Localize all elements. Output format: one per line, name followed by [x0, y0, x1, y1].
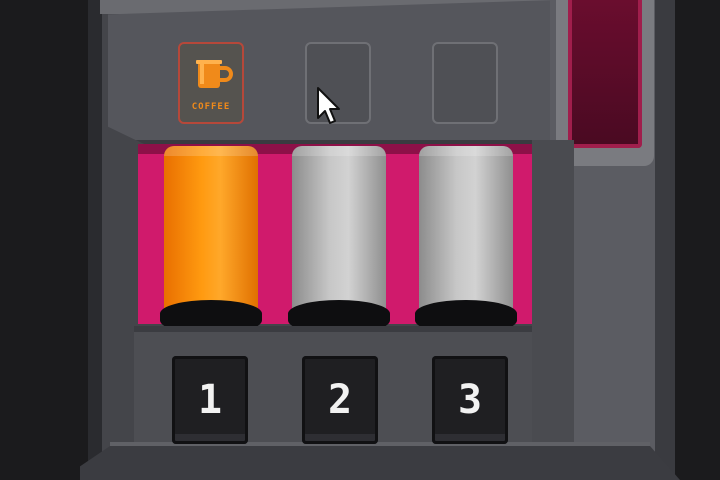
- select-button-2[interactable]: 2: [302, 356, 378, 444]
- select-button-3[interactable]: 3: [432, 356, 508, 444]
- select-button-2-label: 2: [327, 377, 353, 423]
- select-button-1[interactable]: 1: [172, 356, 248, 444]
- side-panel-edge: [655, 0, 675, 480]
- select-button-1-label: 1: [197, 377, 223, 423]
- select-button-3-label: 3: [457, 377, 483, 423]
- indicator-light: [568, 0, 642, 148]
- mouse-pointer-icon: [317, 87, 340, 124]
- coffee-cup-icon: [196, 60, 233, 88]
- tube-2-empty: [292, 146, 386, 314]
- ingredient-slot-1[interactable]: COFFEE: [178, 42, 244, 124]
- tube-3-empty: [419, 146, 513, 314]
- ingredient-slot-3[interactable]: [432, 42, 498, 124]
- tube-1-orange: [164, 146, 258, 314]
- bottom-rail: [80, 446, 680, 480]
- slot-1-label: COFFEE: [191, 102, 231, 112]
- button-panel-side: [532, 140, 574, 470]
